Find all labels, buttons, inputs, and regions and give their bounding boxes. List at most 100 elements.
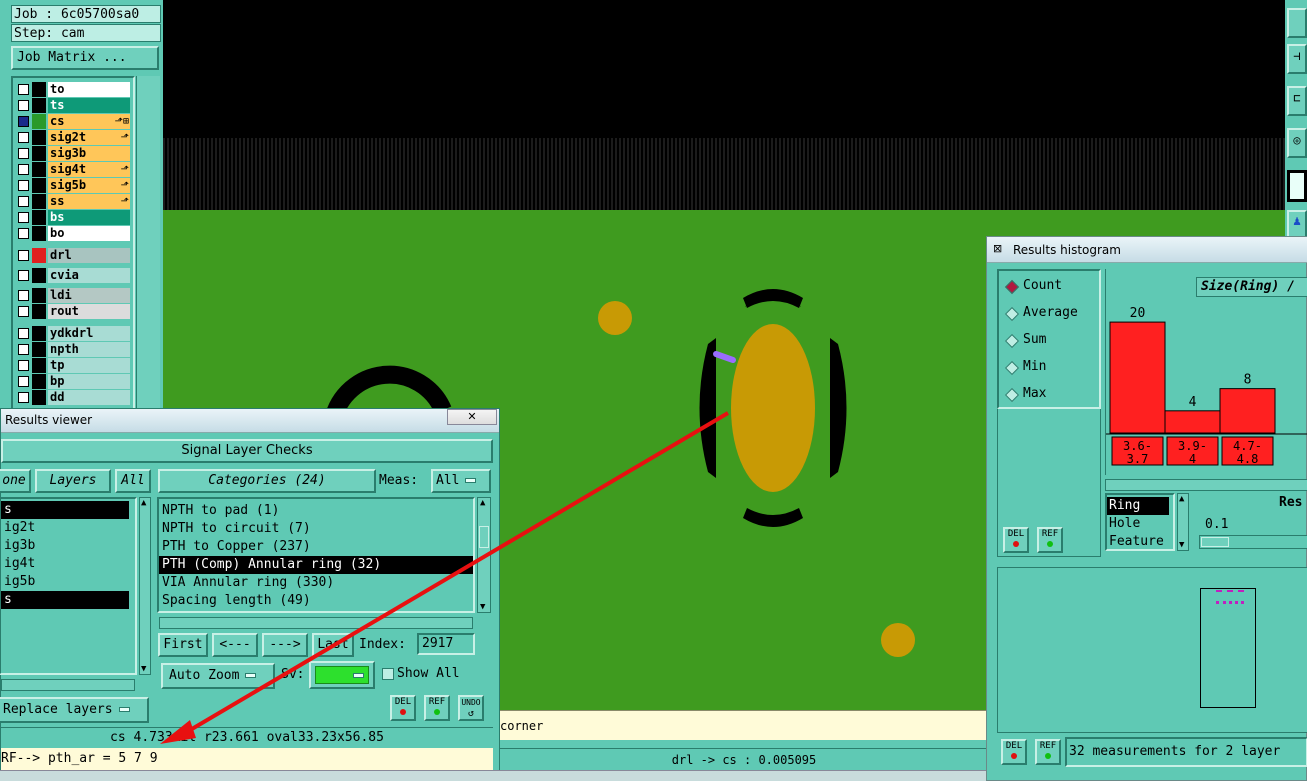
layer-list-scrollbar[interactable]: [136, 76, 160, 416]
layer-name[interactable]: dd: [48, 390, 130, 405]
categories-header[interactable]: Categories (24): [158, 469, 376, 493]
radio-icon[interactable]: [1004, 387, 1020, 403]
mode-option-sum[interactable]: Sum: [999, 331, 1099, 351]
result-layer-item[interactable]: s: [1, 591, 129, 609]
layer-color-swatch[interactable]: [32, 210, 46, 225]
layer-row-sig2t[interactable]: sig2t ⬏: [15, 130, 132, 145]
job-matrix-button[interactable]: Job Matrix ...: [11, 46, 159, 70]
layer-name[interactable]: ss: [48, 194, 130, 209]
layer-color-swatch[interactable]: [32, 304, 46, 319]
attribute-item[interactable]: Feature: [1107, 533, 1173, 551]
result-layer-scrollbar[interactable]: ▲ ▼: [139, 497, 151, 675]
layer-row-tp[interactable]: tp: [15, 358, 132, 373]
ref-button[interactable]: REF: [424, 695, 450, 721]
layer-name[interactable]: rout: [48, 304, 130, 319]
layer-name[interactable]: sig2t: [48, 130, 130, 145]
layer-color-swatch[interactable]: [32, 342, 46, 357]
layer-checkbox[interactable]: [18, 212, 29, 223]
auto-zoom-button[interactable]: Auto Zoom: [161, 663, 275, 689]
layer-checkbox[interactable]: [18, 306, 29, 317]
layer-row-dd[interactable]: dd: [15, 390, 132, 405]
category-item[interactable]: PTH to Copper (237): [159, 538, 473, 556]
layer-color-swatch[interactable]: [32, 178, 46, 193]
layer-color-swatch[interactable]: [32, 194, 46, 209]
result-layer-list[interactable]: s ig2t ig3b ig4t ig5b s: [0, 497, 137, 675]
layer-row-npth[interactable]: npth: [15, 342, 132, 357]
hist-ref-button[interactable]: REF: [1037, 527, 1063, 553]
layer-color-swatch[interactable]: [32, 326, 46, 341]
layer-row-to[interactable]: to: [15, 82, 132, 97]
layer-checkbox[interactable]: [18, 132, 29, 143]
result-layer-item[interactable]: ig3b: [1, 537, 135, 555]
layer-name[interactable]: to: [48, 82, 130, 97]
layer-checkbox[interactable]: [18, 360, 29, 371]
histogram-titlebar[interactable]: ⊠ Results histogram: [987, 237, 1307, 263]
layer-checkbox[interactable]: [18, 228, 29, 239]
layer-name[interactable]: bp: [48, 374, 130, 389]
meas-select[interactable]: All: [431, 469, 491, 493]
toolbar-button-1[interactable]: [1287, 8, 1307, 38]
tab-none[interactable]: one: [0, 469, 31, 493]
attribute-item[interactable]: Hole: [1107, 515, 1173, 533]
layer-row-drl[interactable]: drl: [15, 248, 132, 263]
category-item[interactable]: NPTH to pad (1): [159, 502, 473, 520]
mode-option-max[interactable]: Max: [999, 385, 1099, 405]
layer-checkbox[interactable]: [18, 84, 29, 95]
layer-color-swatch[interactable]: [32, 390, 46, 405]
severity-select[interactable]: [309, 661, 375, 689]
layer-name[interactable]: sig4t: [48, 162, 130, 177]
layer-color-swatch[interactable]: [32, 288, 46, 303]
mode-option-min[interactable]: Min: [999, 358, 1099, 378]
layer-row-rout[interactable]: rout: [15, 304, 132, 319]
index-input[interactable]: 2917: [417, 633, 475, 655]
mode-option-average[interactable]: Average: [999, 304, 1099, 324]
layer-row-ss[interactable]: ss ⬏: [15, 194, 132, 209]
layer-row-bs[interactable]: bs: [15, 210, 132, 225]
del-button[interactable]: DEL: [390, 695, 416, 721]
layer-row-cs[interactable]: cs ⬏⊞: [15, 114, 132, 129]
toolbar-button-4[interactable]: ◎: [1287, 128, 1307, 158]
layer-name[interactable]: tp: [48, 358, 130, 373]
result-layer-item[interactable]: ig4t: [1, 555, 135, 573]
layer-row-cvia[interactable]: cvia: [15, 268, 132, 283]
result-layer-item[interactable]: s: [1, 501, 129, 519]
mode-option-count[interactable]: Count: [999, 277, 1099, 297]
layer-row-sig5b[interactable]: sig5b ⬏: [15, 178, 132, 193]
layer-color-swatch[interactable]: [32, 130, 46, 145]
toolbar-button-2[interactable]: ⊣: [1287, 44, 1307, 74]
first-button[interactable]: First: [158, 633, 208, 657]
category-hscroll[interactable]: [159, 617, 473, 629]
layer-checkbox[interactable]: [18, 270, 29, 281]
show-all-checkbox[interactable]: [382, 668, 394, 680]
preview-del-button[interactable]: DEL: [1001, 739, 1027, 765]
layer-checkbox[interactable]: [18, 164, 29, 175]
category-item[interactable]: PTH (Comp) Annular ring (32): [159, 556, 473, 574]
result-layer-item[interactable]: ig2t: [1, 519, 135, 537]
layer-checkbox[interactable]: [18, 116, 29, 127]
layer-checkbox[interactable]: [18, 376, 29, 387]
category-item[interactable]: VIA Annular ring (330): [159, 574, 473, 592]
preview-ref-button[interactable]: REF: [1035, 739, 1061, 765]
layer-checkbox[interactable]: [18, 250, 29, 261]
attribute-item[interactable]: Ring: [1107, 497, 1169, 515]
attribute-list[interactable]: Ring Hole Feature: [1105, 493, 1175, 551]
histogram-hscroll[interactable]: [1105, 479, 1307, 491]
layer-list[interactable]: to ts cs ⬏⊞ sig2t ⬏ sig3b sig4t ⬏ sig5b ⬏ ss ⬏ bs bo dr…: [11, 76, 135, 416]
layer-name[interactable]: ydkdrl: [48, 326, 130, 341]
layer-name[interactable]: sig3b: [48, 146, 130, 161]
layer-color-swatch[interactable]: [32, 248, 46, 263]
layer-color-swatch[interactable]: [32, 114, 46, 129]
radio-icon[interactable]: [1004, 279, 1020, 295]
undo-button[interactable]: UNDO ↺: [458, 695, 484, 721]
close-button[interactable]: ✕: [447, 409, 497, 425]
layer-name[interactable]: bs: [48, 210, 130, 225]
layer-name[interactable]: sig5b: [48, 178, 130, 193]
toolbar-button-3[interactable]: ⊏: [1287, 86, 1307, 116]
layer-name[interactable]: ts: [48, 98, 130, 113]
histogram-bar[interactable]: [1109, 321, 1166, 434]
histogram-bar[interactable]: [1164, 410, 1221, 434]
layer-checkbox[interactable]: [18, 290, 29, 301]
layer-row-bo[interactable]: bo: [15, 226, 132, 241]
replace-layers-button[interactable]: Replace layers: [0, 697, 149, 723]
histogram-bar[interactable]: [1219, 388, 1276, 434]
